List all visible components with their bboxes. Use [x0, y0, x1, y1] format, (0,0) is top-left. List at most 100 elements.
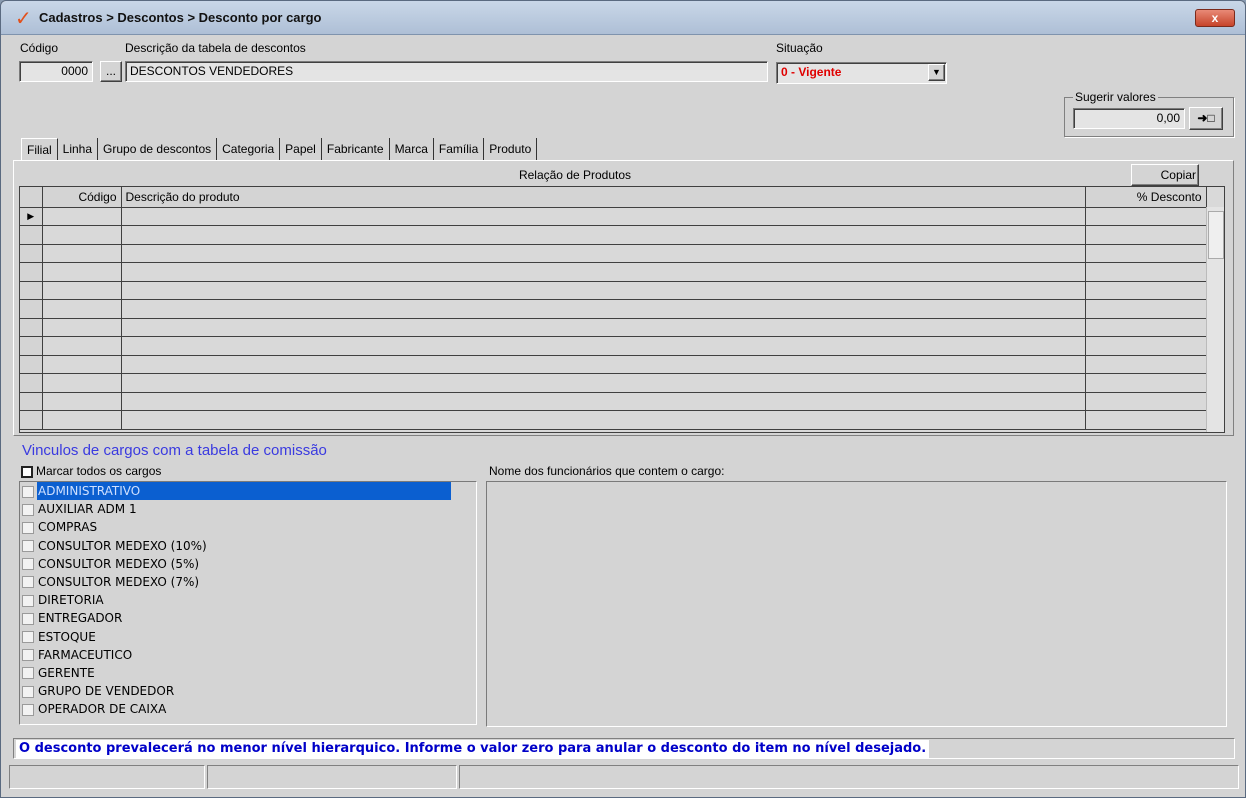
checkbox-icon[interactable]	[22, 685, 34, 698]
checkbox-icon[interactable]	[22, 576, 34, 589]
title-bar[interactable]: ✓ Cadastros > Descontos > Desconto por c…	[1, 1, 1245, 35]
mark-all-checkbox[interactable]: Marcar todos os cargos	[21, 464, 161, 478]
row-indicator[interactable]	[20, 225, 43, 245]
codigo-lookup-button[interactable]: ...	[100, 61, 122, 82]
cell-codigo[interactable]	[42, 336, 122, 356]
cell-codigo[interactable]	[42, 281, 122, 300]
cargo-item[interactable]: DIRETORIA	[20, 591, 476, 609]
checkbox-icon[interactable]	[22, 503, 34, 516]
chevron-down-icon[interactable]: ▼	[928, 64, 945, 81]
cell-codigo[interactable]	[42, 262, 122, 282]
table-row[interactable]	[20, 281, 1207, 300]
copiar-button[interactable]: Copiar	[1131, 164, 1199, 186]
cell-desconto[interactable]	[1085, 299, 1207, 319]
table-row[interactable]	[20, 336, 1207, 356]
table-row[interactable]	[20, 373, 1207, 393]
row-indicator[interactable]	[20, 336, 43, 356]
cell-codigo[interactable]	[42, 373, 122, 393]
table-row[interactable]	[20, 410, 1207, 430]
cell-descricao[interactable]	[121, 318, 1086, 337]
table-row[interactable]	[20, 355, 1207, 374]
tab-linha[interactable]: Linha	[58, 138, 99, 160]
cell-descricao[interactable]	[121, 392, 1086, 411]
table-row[interactable]	[20, 262, 1207, 282]
cell-codigo[interactable]	[42, 225, 122, 245]
col-descricao[interactable]: Descrição do produto	[121, 187, 1086, 208]
checkbox-icon[interactable]	[22, 521, 34, 534]
cell-descricao[interactable]	[121, 299, 1086, 319]
cell-descricao[interactable]	[121, 355, 1086, 374]
checkbox-icon[interactable]	[22, 594, 34, 607]
table-row[interactable]	[20, 299, 1207, 319]
cell-descricao[interactable]	[121, 373, 1086, 393]
apply-arrow-icon[interactable]: ➜□	[1189, 107, 1223, 130]
cell-desconto[interactable]	[1085, 225, 1207, 245]
cell-desconto[interactable]	[1085, 336, 1207, 356]
cargo-item[interactable]: FARMACEUTICO	[20, 646, 476, 664]
cell-desconto[interactable]	[1085, 318, 1207, 337]
tab-marca[interactable]: Marca	[390, 138, 434, 160]
codigo-field[interactable]: 0000	[19, 61, 93, 82]
cell-desconto[interactable]	[1085, 281, 1207, 300]
cell-desconto[interactable]	[1085, 355, 1207, 374]
row-indicator[interactable]	[20, 281, 43, 300]
checkbox-icon[interactable]	[22, 612, 34, 625]
checkbox-icon[interactable]	[22, 540, 34, 553]
row-indicator[interactable]	[20, 262, 43, 282]
cargo-item[interactable]: COMPRAS	[20, 518, 476, 536]
cell-codigo[interactable]	[42, 244, 122, 263]
row-indicator[interactable]	[20, 410, 43, 430]
row-indicator[interactable]	[20, 355, 43, 374]
cargo-item[interactable]: GERENTE	[20, 664, 476, 682]
checkbox-icon[interactable]	[22, 558, 34, 571]
situacao-select[interactable]: 0 - Vigente ▼	[776, 62, 947, 84]
checkbox-icon[interactable]	[21, 465, 33, 478]
table-row[interactable]: ▶	[20, 207, 1207, 226]
cell-descricao[interactable]	[121, 336, 1086, 356]
cargo-item[interactable]: GRUPO DE VENDEDOR	[20, 682, 476, 700]
funcionarios-list[interactable]	[486, 481, 1227, 727]
tab-papel[interactable]: Papel	[280, 138, 322, 160]
tab-familia[interactable]: Família	[434, 138, 485, 160]
cell-codigo[interactable]	[42, 318, 122, 337]
produtos-grid[interactable]: Código Descrição do produto % Desconto ▶	[19, 186, 1225, 433]
cargo-item[interactable]: ESTOQUE	[20, 628, 476, 646]
row-indicator[interactable]	[20, 392, 43, 411]
sugerir-valor-field[interactable]: 0,00	[1073, 108, 1185, 129]
table-row[interactable]	[20, 225, 1207, 245]
row-indicator[interactable]	[20, 244, 43, 263]
cell-desconto[interactable]	[1085, 410, 1207, 430]
checkbox-icon[interactable]	[22, 485, 34, 498]
cell-descricao[interactable]	[121, 281, 1086, 300]
cargo-list[interactable]: ADMINISTRATIVO AUXILIAR ADM 1 COMPRAS CONSU…	[19, 481, 477, 725]
cell-desconto[interactable]	[1085, 392, 1207, 411]
checkbox-icon[interactable]	[22, 703, 34, 716]
checkbox-icon[interactable]	[22, 631, 34, 643]
table-row[interactable]	[20, 318, 1207, 337]
table-row[interactable]	[20, 244, 1207, 263]
cargo-item[interactable]: AUXILIAR ADM 1	[20, 500, 476, 518]
cell-codigo[interactable]	[42, 410, 122, 430]
cargo-item[interactable]: CONSULTOR MEDEXO (5%)	[20, 555, 476, 573]
cell-codigo[interactable]	[42, 355, 122, 374]
cell-descricao[interactable]	[121, 262, 1086, 282]
row-indicator[interactable]	[20, 373, 43, 393]
descricao-field[interactable]: DESCONTOS VENDEDORES	[125, 61, 768, 82]
grid-scrollbar[interactable]	[1206, 207, 1224, 432]
tab-filial[interactable]: Filial	[21, 138, 58, 160]
cell-descricao[interactable]	[121, 410, 1086, 430]
col-codigo[interactable]: Código	[42, 187, 122, 208]
tab-fabricante[interactable]: Fabricante	[322, 138, 390, 160]
tab-produto[interactable]: Produto	[484, 138, 538, 160]
cell-descricao[interactable]	[121, 207, 1086, 226]
checkbox-icon[interactable]	[22, 667, 34, 680]
close-button[interactable]: x	[1195, 9, 1235, 27]
cell-codigo[interactable]	[42, 392, 122, 411]
tab-grupo-descontos[interactable]: Grupo de descontos	[98, 138, 218, 160]
cargo-item[interactable]: ENTREGADOR	[20, 609, 476, 627]
cargo-item[interactable]: CONSULTOR MEDEXO (7%)	[20, 573, 476, 591]
cargo-item[interactable]: OPERADOR DE CAIXA	[20, 700, 476, 718]
cell-desconto[interactable]	[1085, 244, 1207, 263]
cell-codigo[interactable]	[42, 299, 122, 319]
cell-desconto[interactable]	[1085, 262, 1207, 282]
